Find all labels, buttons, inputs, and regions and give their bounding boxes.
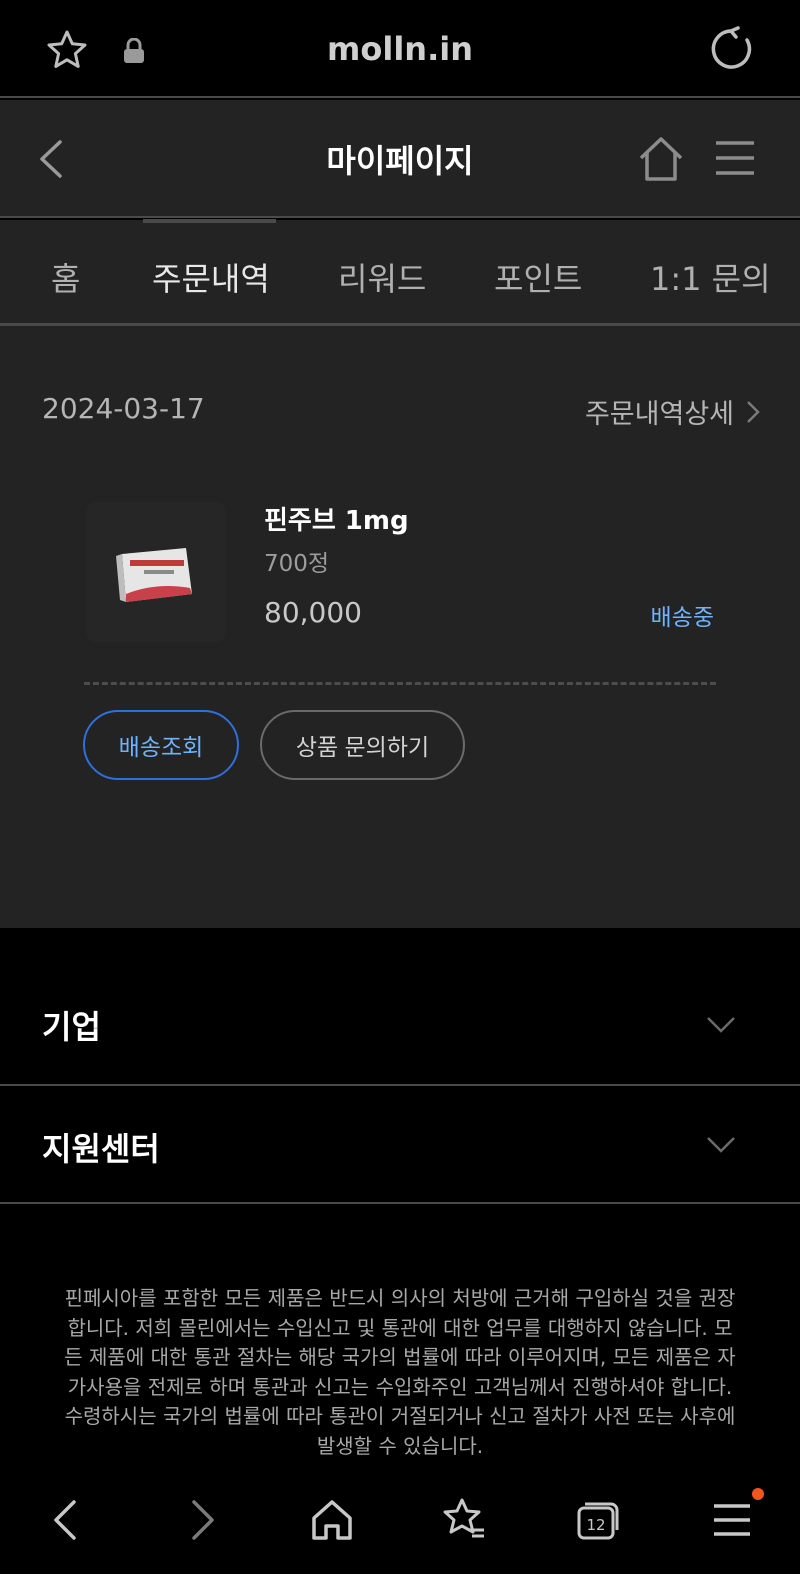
- shipping-status-badge: 배송중: [650, 605, 714, 631]
- tab-rewards[interactable]: 리워드: [338, 254, 426, 300]
- dashed-divider: [84, 682, 716, 685]
- home-icon[interactable]: [638, 136, 684, 182]
- tab-inquiry[interactable]: 1:1 문의: [650, 254, 771, 300]
- url-text[interactable]: molln.in: [0, 30, 800, 68]
- order-detail-label: 주문내역상세: [584, 399, 734, 430]
- mypage-tabs: 홈 주문내역 리워드 포인트 1:1 문의: [0, 220, 800, 326]
- page-header: 마이페이지: [0, 100, 800, 218]
- chevron-down-icon: [707, 1017, 735, 1033]
- track-shipment-button[interactable]: 배송조회: [83, 710, 239, 780]
- tab-points[interactable]: 포인트: [494, 254, 582, 300]
- product-image[interactable]: [86, 502, 226, 642]
- disclaimer-line: 합니다. 저희 몰린에서는 수입신고 및 통관에 대한 업무를 대행하지 않습니…: [67, 1315, 733, 1340]
- browser-home-icon[interactable]: [308, 1496, 356, 1544]
- tab-count: 12: [586, 1516, 605, 1534]
- tabs-icon[interactable]: 12: [574, 1496, 622, 1544]
- bookmarks-icon[interactable]: [440, 1496, 488, 1544]
- disclaimer-line: 발생할 수 있습니다.: [316, 1433, 484, 1458]
- reload-icon[interactable]: [708, 26, 754, 72]
- legal-disclaimer: 핀페시아를 포함한 모든 제품은 반드시 의사의 처방에 근거해 구입하실 것을…: [40, 1284, 760, 1461]
- footer-support-label: 지원센터: [42, 1130, 160, 1168]
- order-card: 2024-03-17 주문내역상세 핀주브 1mg 700정 80,000 배송…: [0, 326, 800, 928]
- product-name[interactable]: 핀주브 1mg: [264, 500, 409, 537]
- disclaimer-line: 가사용을 전제로 하며 통관과 신고는 수입화주인 고객님께서 진행하셔야 합니…: [67, 1374, 733, 1399]
- browser-menu-icon[interactable]: [708, 1496, 756, 1544]
- tab-home[interactable]: 홈: [51, 254, 80, 300]
- product-inquiry-button[interactable]: 상품 문의하기: [260, 710, 465, 780]
- notification-dot: [752, 1488, 764, 1500]
- chevron-down-icon: [707, 1137, 735, 1153]
- browser-bottom-nav: 12: [0, 1482, 800, 1574]
- disclaimer-line: 든 제품에 대한 통관 절차는 해당 국가의 법률에 따라 이루어지며, 모든 …: [64, 1345, 736, 1369]
- product-price: 80,000: [264, 596, 362, 629]
- browser-url-bar: molln.in: [0, 0, 800, 98]
- footer-support-section[interactable]: 지원센터: [0, 1086, 800, 1204]
- hamburger-menu-icon[interactable]: [714, 140, 756, 176]
- disclaimer-line: 수령하시는 국가의 법률에 따라 통관이 거절되거나 신고 절차가 사전 또는 …: [64, 1404, 736, 1428]
- product-quantity: 700정: [264, 551, 330, 577]
- order-detail-link[interactable]: 주문내역상세: [585, 392, 760, 431]
- order-date: 2024-03-17: [42, 392, 205, 425]
- browser-forward-icon[interactable]: [178, 1496, 226, 1544]
- browser-back-icon[interactable]: [42, 1496, 90, 1544]
- medicine-box-image: [116, 548, 192, 602]
- footer-company-label: 기업: [42, 1008, 101, 1046]
- active-tab-indicator: [143, 219, 276, 223]
- disclaimer-line: 핀페시아를 포함한 모든 제품은 반드시 의사의 처방에 근거해 구입하실 것을…: [64, 1286, 736, 1310]
- chevron-right-icon: [747, 400, 760, 423]
- tab-orders[interactable]: 주문내역: [152, 254, 270, 300]
- footer-company-section[interactable]: 기업: [0, 960, 800, 1086]
